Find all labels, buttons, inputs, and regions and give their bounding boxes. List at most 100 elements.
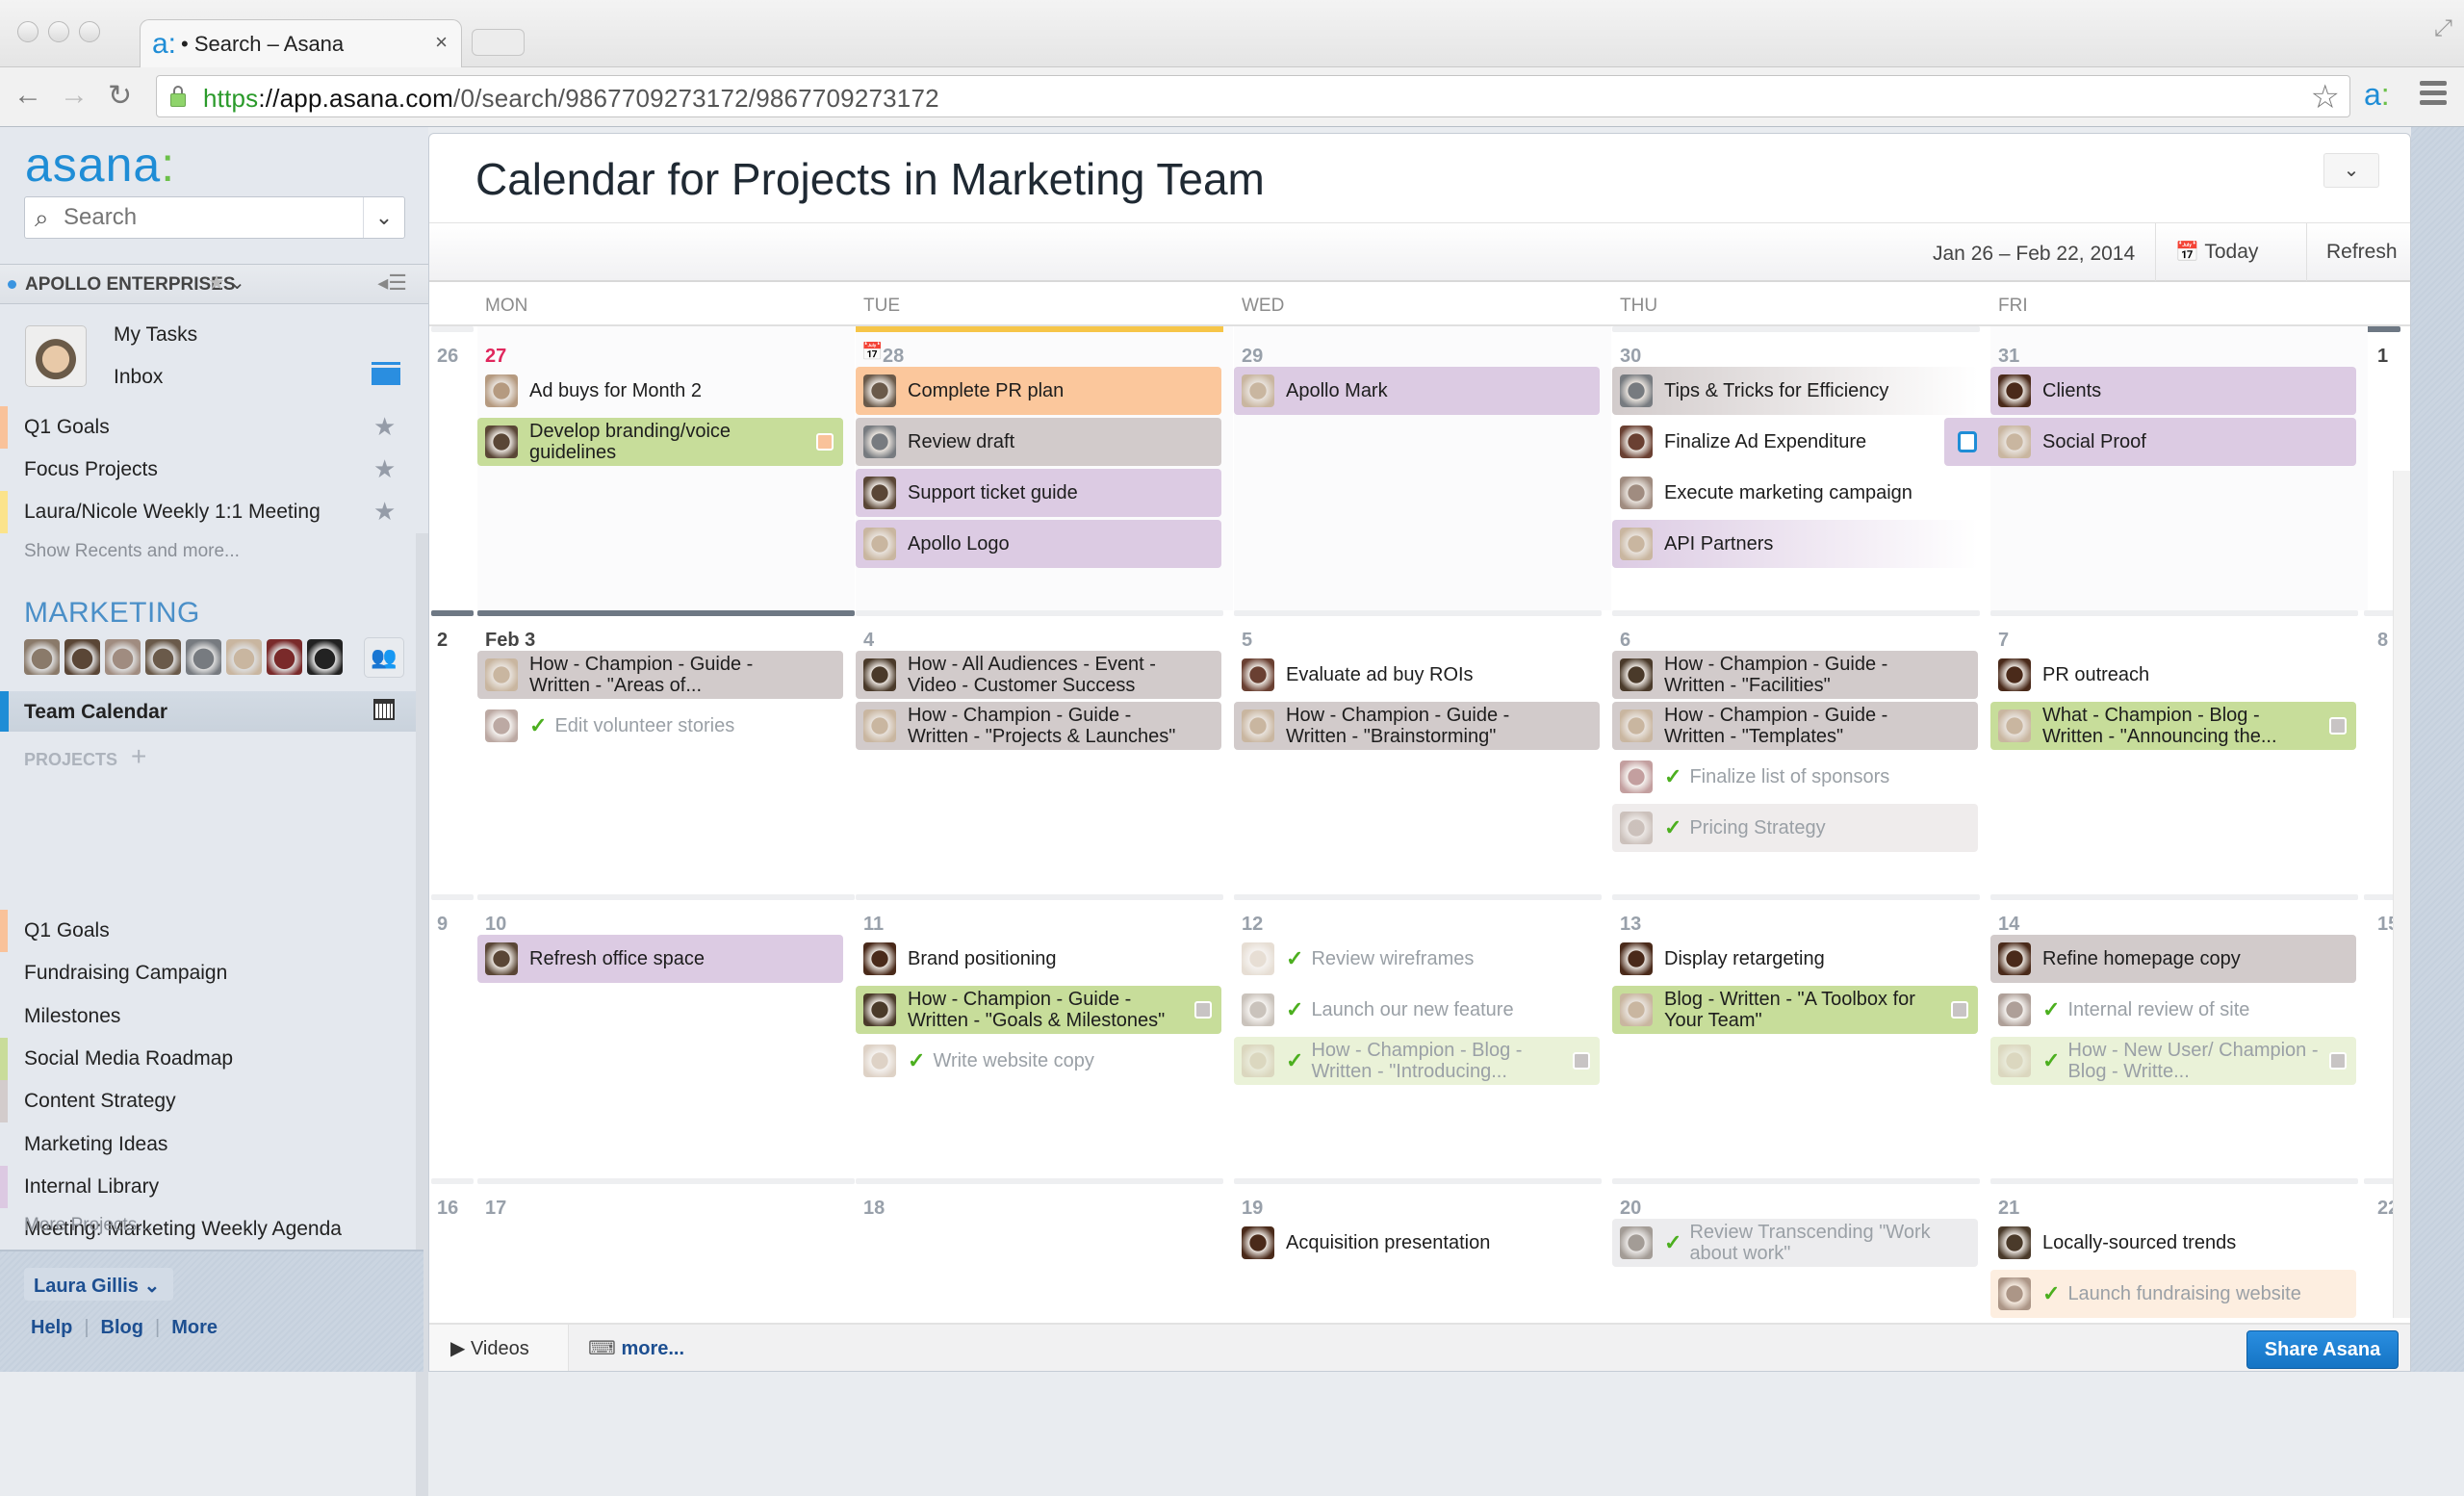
keyboard-shortcuts-more-link[interactable]: ⌨ more... [588,1325,684,1371]
member-avatar[interactable] [186,639,221,675]
assignee-avatar[interactable] [863,477,896,509]
assignee-avatar[interactable] [1242,658,1274,691]
close-window-button[interactable] [17,21,38,42]
task-item[interactable]: PR outreach [1990,651,2356,699]
workspace-header[interactable]: APOLLO ENTERPRISES ★ ⌄ ◂☰ [0,264,428,304]
calendar-scrollbar[interactable] [2393,471,2410,1318]
assignee-avatar[interactable] [863,709,896,742]
day-cell[interactable]: 7 PR outreach What - Champion - Blog - Wri… [1990,610,2368,894]
task-item[interactable]: Complete PR plan [856,367,1221,415]
assignee-avatar[interactable] [863,993,896,1026]
assignee-avatar[interactable] [1620,374,1653,407]
day-cell[interactable]: Feb 3 How - Champion - Guide - Written - … [477,610,855,894]
task-item[interactable]: Review draft [856,418,1221,466]
task-item[interactable]: Refine homepage copy [1990,935,2356,983]
sidebar-project-item[interactable]: Internal Library [0,1165,424,1208]
assignee-avatar[interactable] [1620,761,1653,793]
assignee-avatar[interactable] [1998,993,2031,1026]
task-item[interactable]: Clients [1990,367,2356,415]
inbox-link[interactable]: Inbox [114,366,163,389]
assignee-avatar[interactable] [1620,709,1653,742]
assignee-avatar[interactable] [1620,658,1653,691]
sidebar-item-team-calendar[interactable]: Team Calendar [0,691,424,732]
search-input[interactable] [64,201,352,234]
task-item[interactable]: How - Champion - Guide - Written - "Proj… [856,702,1221,750]
favorite-item[interactable]: Focus Projects ★ [0,449,428,491]
sidebar-project-item[interactable]: Fundraising Campaign [0,952,424,994]
task-item[interactable]: Tips & Tricks for Efficiency [1612,367,1978,415]
day-cell[interactable]: 5 Evaluate ad buy ROIs How - Champion - Gu… [1234,610,1611,894]
collapse-sidebar-icon[interactable]: ◂☰ [377,271,407,296]
task-item[interactable]: Support ticket guide [856,469,1221,517]
member-avatar[interactable] [267,639,302,675]
assignee-avatar[interactable] [1242,1045,1274,1077]
assignee-avatar[interactable] [1242,942,1274,975]
task-item[interactable]: ✓ Internal review of site [1990,986,2356,1034]
member-avatar[interactable] [307,639,343,675]
day-cell[interactable]: 13 Display retargeting Blog - Written - "A… [1612,894,1989,1178]
user-avatar[interactable] [25,325,87,387]
task-item[interactable]: ✓ Pricing Strategy [1612,804,1978,852]
task-item[interactable]: Ad buys for Month 2 [477,367,843,415]
task-item[interactable]: How - All Audiences - Event - Video - Cu… [856,651,1221,699]
task-checkbox[interactable] [1958,431,1977,452]
star-icon[interactable]: ★ [373,412,396,442]
zoom-window-button[interactable] [79,21,100,42]
day-cell[interactable]: 4 How - All Audiences - Event - Video - C… [856,610,1233,894]
reload-icon[interactable]: ↻ [108,79,132,113]
browser-tab[interactable]: a: • Search – Asana × [140,19,462,67]
task-item[interactable]: ✓ How - Champion - Blog - Written - "Intr… [1234,1037,1600,1085]
assignee-avatar[interactable] [485,374,518,407]
add-project-plus-icon[interactable]: + [131,741,146,772]
task-item[interactable]: What - Champion - Blog - Written - "Anno… [1990,702,2356,750]
day-cell[interactable]: 27 Ad buys for Month 2 Develop branding/vo… [477,326,855,610]
task-item[interactable]: Refresh office space [477,935,843,983]
assignee-avatar[interactable] [1998,1045,2031,1077]
user-menu-button[interactable]: Laura Gillis ⌄ [24,1268,173,1301]
assignee-avatar[interactable] [863,1045,896,1077]
refresh-button[interactable]: Refresh [2306,223,2410,281]
assignee-avatar[interactable] [1620,942,1653,975]
assignee-avatar[interactable] [1242,374,1274,407]
assignee-avatar[interactable] [863,528,896,560]
workspace-name[interactable]: APOLLO ENTERPRISES [25,274,236,296]
show-recents-link[interactable]: Show Recents and more... [24,541,240,562]
today-button[interactable]: 📅 Today [2155,223,2277,281]
task-item[interactable]: Apollo Logo [856,520,1221,568]
help-link[interactable]: Help [31,1317,72,1338]
assignee-avatar[interactable] [863,426,896,458]
videos-button[interactable]: ▶ Videos [429,1325,569,1371]
task-item[interactable]: ✓ Review wireframes [1234,935,1600,983]
more-link[interactable]: More [171,1317,218,1338]
member-avatar[interactable] [24,639,60,675]
day-cell[interactable]: 17 [477,1178,855,1323]
workspace-chevron-down-icon[interactable]: ⌄ [229,271,245,295]
back-arrow-icon[interactable]: ← [13,79,42,112]
assignee-avatar[interactable] [1998,1277,2031,1310]
task-item[interactable]: How - Champion - Guide - Written - "Goal… [856,986,1221,1034]
star-icon[interactable]: ★ [373,497,396,527]
assignee-avatar[interactable] [1620,426,1653,458]
assignee-avatar[interactable] [1242,709,1274,742]
day-cell[interactable]: 31 Clients Social Proof [1944,326,2368,610]
new-tab-button[interactable] [472,29,525,56]
sidebar-project-item[interactable]: Marketing Ideas [0,1123,424,1166]
assignee-avatar[interactable] [863,374,896,407]
task-item[interactable]: ✓ Edit volunteer stories [477,702,843,750]
task-item[interactable]: Display retargeting [1612,935,1978,983]
task-item[interactable]: Locally-sourced trends [1990,1219,2356,1267]
assignee-avatar[interactable] [1620,1226,1653,1259]
browser-menu-icon[interactable] [2420,81,2447,110]
assignee-avatar[interactable] [1242,1226,1274,1259]
day-cell[interactable]: 6 How - Champion - Guide - Written - "Fac… [1612,610,1989,894]
task-item[interactable]: Evaluate ad buy ROIs [1234,651,1600,699]
task-item[interactable]: ✓ Write website copy [856,1037,1221,1085]
assignee-avatar[interactable] [863,942,896,975]
task-item[interactable]: Blog - Written - "A Toolbox for Your Tea… [1612,986,1978,1034]
assignee-avatar[interactable] [485,658,518,691]
task-item[interactable]: ✓ Finalize list of sponsors [1612,753,1978,801]
assignee-avatar[interactable] [1998,374,2031,407]
assignee-avatar[interactable] [1998,426,2031,458]
assignee-avatar[interactable] [1620,812,1653,844]
task-item[interactable]: How - Champion - Guide - Written - "Faci… [1612,651,1978,699]
